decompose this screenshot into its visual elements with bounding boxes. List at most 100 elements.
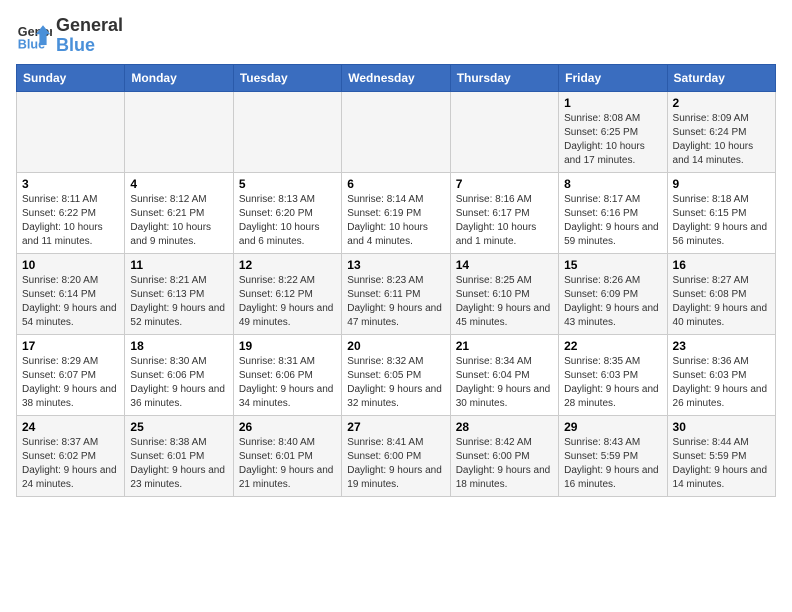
calendar-cell: 24 Sunrise: 8:37 AMSunset: 6:02 PMDayligh…: [17, 415, 125, 496]
day-number: 20: [347, 339, 444, 353]
logo-text: General Blue: [56, 16, 123, 56]
day-number: 9: [673, 177, 770, 191]
calendar-cell: [17, 91, 125, 172]
day-info: Sunrise: 8:41 AMSunset: 6:00 PMDaylight:…: [347, 436, 444, 492]
calendar-header: SundayMondayTuesdayWednesdayThursdayFrid…: [17, 64, 776, 91]
day-number: 1: [564, 96, 661, 110]
calendar-cell: 4Sunrise: 8:12 AMSunset: 6:21 PMDaylight…: [125, 172, 233, 253]
day-number: 15: [564, 258, 661, 272]
day-info: Sunrise: 8:40 AMSunset: 6:01 PMDaylight:…: [239, 436, 336, 492]
calendar-cell: 23 Sunrise: 8:36 AMSunset: 6:03 PMDayligh…: [667, 334, 775, 415]
weekday-header-wednesday: Wednesday: [342, 64, 450, 91]
day-number: 8: [564, 177, 661, 191]
day-number: 25: [130, 420, 227, 434]
day-info: Sunrise: 8:11 AMSunset: 6:22 PMDaylight:…: [22, 193, 119, 249]
day-number: 17: [22, 339, 119, 353]
day-info: Sunrise: 8:36 AMSunset: 6:03 PMDaylight:…: [673, 355, 770, 411]
day-number: 30: [673, 420, 770, 434]
calendar-cell: 16 Sunrise: 8:27 AMSunset: 6:08 PMDayligh…: [667, 253, 775, 334]
day-info: Sunrise: 8:31 AMSunset: 6:06 PMDaylight:…: [239, 355, 336, 411]
calendar-cell: 27 Sunrise: 8:41 AMSunset: 6:00 PMDayligh…: [342, 415, 450, 496]
day-info: Sunrise: 8:43 AMSunset: 5:59 PMDaylight:…: [564, 436, 661, 492]
day-info: Sunrise: 8:16 AMSunset: 6:17 PMDaylight:…: [456, 193, 553, 249]
day-number: 5: [239, 177, 336, 191]
calendar-cell: 15 Sunrise: 8:26 AMSunset: 6:09 PMDayligh…: [559, 253, 667, 334]
calendar-cell: 8Sunrise: 8:17 AMSunset: 6:16 PMDaylight…: [559, 172, 667, 253]
day-info: Sunrise: 8:30 AMSunset: 6:06 PMDaylight:…: [130, 355, 227, 411]
calendar-week-3: 17Sunrise: 8:29 AMSunset: 6:07 PMDayligh…: [17, 334, 776, 415]
calendar-cell: 10 Sunrise: 8:20 AMSunset: 6:14 PMDayligh…: [17, 253, 125, 334]
day-info: Sunrise: 8:20 AMSunset: 6:14 PMDaylight:…: [22, 274, 119, 330]
day-info: Sunrise: 8:14 AMSunset: 6:19 PMDaylight:…: [347, 193, 444, 249]
day-number: 18: [130, 339, 227, 353]
calendar-cell: [233, 91, 341, 172]
day-number: 13: [347, 258, 444, 272]
weekday-header-sunday: Sunday: [17, 64, 125, 91]
calendar-cell: 12 Sunrise: 8:22 AMSunset: 6:12 PMDayligh…: [233, 253, 341, 334]
page-header: General Blue General Blue: [16, 16, 776, 56]
calendar-week-4: 24 Sunrise: 8:37 AMSunset: 6:02 PMDayligh…: [17, 415, 776, 496]
day-info: Sunrise: 8:13 AMSunset: 6:20 PMDaylight:…: [239, 193, 336, 249]
day-info: Sunrise: 8:26 AMSunset: 6:09 PMDaylight:…: [564, 274, 661, 330]
calendar-week-1: 3 Sunrise: 8:11 AMSunset: 6:22 PMDaylight…: [17, 172, 776, 253]
day-number: 28: [456, 420, 553, 434]
calendar-cell: 7 Sunrise: 8:16 AMSunset: 6:17 PMDaylight…: [450, 172, 558, 253]
day-info: Sunrise: 8:38 AMSunset: 6:01 PMDaylight:…: [130, 436, 227, 492]
calendar-cell: 3 Sunrise: 8:11 AMSunset: 6:22 PMDaylight…: [17, 172, 125, 253]
weekday-header-tuesday: Tuesday: [233, 64, 341, 91]
calendar-cell: 30 Sunrise: 8:44 AMSunset: 5:59 PMDayligh…: [667, 415, 775, 496]
calendar-cell: 1 Sunrise: 8:08 AMSunset: 6:25 PMDaylight…: [559, 91, 667, 172]
day-number: 3: [22, 177, 119, 191]
calendar-cell: [450, 91, 558, 172]
day-info: Sunrise: 8:37 AMSunset: 6:02 PMDaylight:…: [22, 436, 119, 492]
day-number: 23: [673, 339, 770, 353]
calendar-body: 1 Sunrise: 8:08 AMSunset: 6:25 PMDaylight…: [17, 91, 776, 496]
day-number: 4: [130, 177, 227, 191]
calendar-cell: 5 Sunrise: 8:13 AMSunset: 6:20 PMDaylight…: [233, 172, 341, 253]
calendar-cell: 14Sunrise: 8:25 AMSunset: 6:10 PMDayligh…: [450, 253, 558, 334]
day-number: 16: [673, 258, 770, 272]
day-number: 7: [456, 177, 553, 191]
calendar-cell: 29Sunrise: 8:43 AMSunset: 5:59 PMDayligh…: [559, 415, 667, 496]
calendar-cell: 26 Sunrise: 8:40 AMSunset: 6:01 PMDayligh…: [233, 415, 341, 496]
day-number: 14: [456, 258, 553, 272]
day-number: 24: [22, 420, 119, 434]
day-number: 21: [456, 339, 553, 353]
weekday-header-monday: Monday: [125, 64, 233, 91]
calendar-cell: 17Sunrise: 8:29 AMSunset: 6:07 PMDayligh…: [17, 334, 125, 415]
day-info: Sunrise: 8:09 AMSunset: 6:24 PMDaylight:…: [673, 112, 770, 168]
day-number: 10: [22, 258, 119, 272]
calendar-cell: 19 Sunrise: 8:31 AMSunset: 6:06 PMDayligh…: [233, 334, 341, 415]
day-info: Sunrise: 8:18 AMSunset: 6:15 PMDaylight:…: [673, 193, 770, 249]
logo-icon: General Blue: [16, 18, 52, 54]
calendar-cell: 6 Sunrise: 8:14 AMSunset: 6:19 PMDaylight…: [342, 172, 450, 253]
calendar-table: SundayMondayTuesdayWednesdayThursdayFrid…: [16, 64, 776, 497]
calendar-cell: 25 Sunrise: 8:38 AMSunset: 6:01 PMDayligh…: [125, 415, 233, 496]
day-info: Sunrise: 8:44 AMSunset: 5:59 PMDaylight:…: [673, 436, 770, 492]
day-number: 27: [347, 420, 444, 434]
calendar-cell: 11Sunrise: 8:21 AMSunset: 6:13 PMDayligh…: [125, 253, 233, 334]
day-number: 22: [564, 339, 661, 353]
day-number: 12: [239, 258, 336, 272]
day-info: Sunrise: 8:22 AMSunset: 6:12 PMDaylight:…: [239, 274, 336, 330]
calendar-cell: [342, 91, 450, 172]
day-info: Sunrise: 8:42 AMSunset: 6:00 PMDaylight:…: [456, 436, 553, 492]
calendar-cell: 21 Sunrise: 8:34 AMSunset: 6:04 PMDayligh…: [450, 334, 558, 415]
calendar-cell: 20Sunrise: 8:32 AMSunset: 6:05 PMDayligh…: [342, 334, 450, 415]
weekday-header-saturday: Saturday: [667, 64, 775, 91]
day-number: 19: [239, 339, 336, 353]
day-info: Sunrise: 8:35 AMSunset: 6:03 PMDaylight:…: [564, 355, 661, 411]
day-number: 2: [673, 96, 770, 110]
calendar-cell: 13Sunrise: 8:23 AMSunset: 6:11 PMDayligh…: [342, 253, 450, 334]
day-number: 6: [347, 177, 444, 191]
day-info: Sunrise: 8:34 AMSunset: 6:04 PMDaylight:…: [456, 355, 553, 411]
calendar-cell: [125, 91, 233, 172]
day-info: Sunrise: 8:08 AMSunset: 6:25 PMDaylight:…: [564, 112, 661, 168]
day-info: Sunrise: 8:27 AMSunset: 6:08 PMDaylight:…: [673, 274, 770, 330]
logo: General Blue General Blue: [16, 16, 123, 56]
calendar-cell: 9 Sunrise: 8:18 AMSunset: 6:15 PMDaylight…: [667, 172, 775, 253]
weekday-header-friday: Friday: [559, 64, 667, 91]
day-number: 26: [239, 420, 336, 434]
weekday-row: SundayMondayTuesdayWednesdayThursdayFrid…: [17, 64, 776, 91]
weekday-header-thursday: Thursday: [450, 64, 558, 91]
